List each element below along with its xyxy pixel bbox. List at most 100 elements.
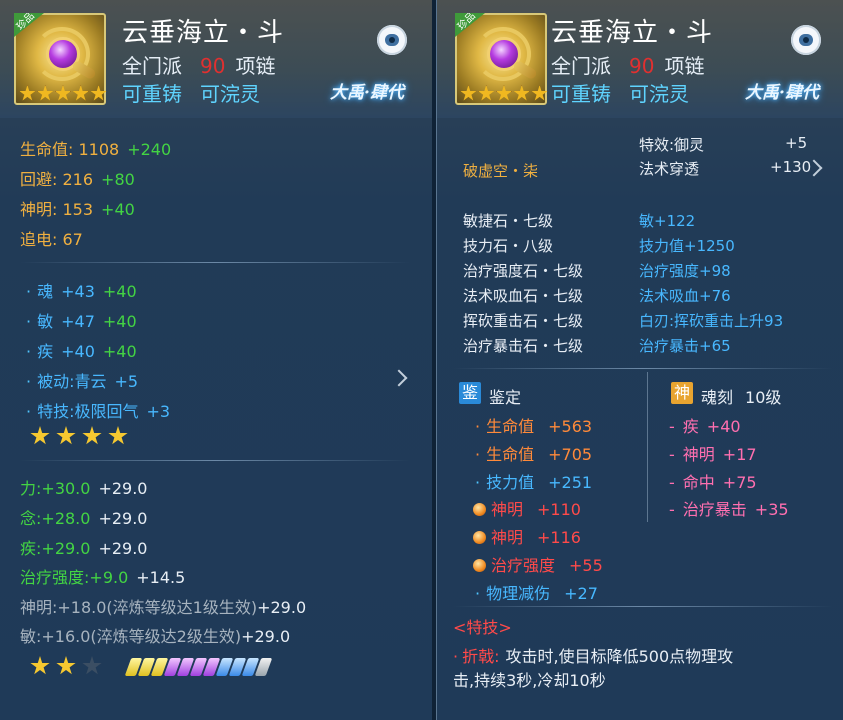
divider — [453, 606, 833, 607]
stone-effect: 法术吸血+76 — [639, 287, 731, 305]
rarity-badge: 珍品 — [14, 13, 44, 37]
brand-logo: 大禹·肆代 — [745, 83, 819, 103]
refine-row: 力:+30.0 +29.0 — [20, 479, 148, 498]
star-icon — [56, 426, 76, 445]
appraise-row: · 技力值 +251 — [475, 473, 593, 492]
item-tooltip-left: 珍品 云垂海立・斗 全门派 90 项链 可重铸 可浣灵 大禹·肆代 生命值: 1108… — [0, 0, 433, 720]
rune-name: 破虚空・柒 — [463, 162, 539, 180]
item-tags: 可重铸 可浣灵 — [551, 82, 689, 106]
quality-stars — [30, 656, 102, 676]
special-effect-value: +5 — [785, 134, 808, 152]
refine-row: 疾:+29.0 +29.0 — [20, 539, 148, 558]
eye-icon[interactable] — [377, 25, 407, 55]
stat-row: 回避: 216 +80 — [20, 170, 135, 189]
appraise-row: · 物理减伤 +27 — [475, 584, 598, 603]
stat-row: 神明: 153 +40 — [20, 200, 135, 219]
star-icon — [495, 85, 513, 101]
stone-name: 挥砍重击石・七级 — [463, 312, 584, 330]
skill-header: <特技> — [453, 618, 512, 637]
star-icon — [37, 85, 54, 101]
coin-icon — [473, 531, 486, 544]
star-icon — [54, 85, 72, 101]
skill-desc-line1: · 折戟: 攻击时,使目标降低500点物理攻 — [453, 647, 734, 666]
passive-row[interactable]: · 被动:青云 +5 — [26, 368, 138, 392]
stone-effect: 治疗强度+98 — [639, 262, 731, 280]
stone-effect: 敏+122 — [639, 212, 696, 230]
item-title: 云垂海立・斗 — [122, 18, 285, 48]
star-icon — [460, 85, 477, 101]
appraise-row: 神明 +116 — [473, 524, 581, 548]
item-subline: 全门派 90 项链 — [551, 54, 705, 78]
appraise-row: · 生命值 +563 — [475, 417, 593, 436]
soul-row: - 神明 +17 — [669, 445, 757, 464]
item-tags: 可重铸 可浣灵 — [122, 78, 260, 107]
attr-row: · 魂 +43 +40 — [26, 282, 137, 301]
stone-name: 治疗暴击石・七级 — [463, 337, 584, 355]
star-icon — [30, 426, 50, 445]
divider — [20, 460, 410, 461]
divider — [20, 262, 410, 263]
star-icon — [90, 85, 107, 101]
item-sect: 全门派 — [122, 54, 182, 78]
locked-row: 敏:+16.0(淬炼等级达2级生效)+29.0 — [20, 627, 291, 646]
star-icon — [30, 656, 50, 675]
coin-icon — [473, 559, 486, 572]
locked-row: 神明:+18.0(淬炼等级达1级生效)+29.0 — [20, 598, 307, 617]
star-icon — [82, 426, 102, 445]
eye-icon[interactable] — [791, 25, 821, 55]
special-effect-label: 特效:御灵 — [639, 136, 705, 154]
stone-name: 治疗强度石・七级 — [463, 262, 584, 280]
stone-effect: 白刃:挥砍重击上升93 — [639, 312, 784, 330]
soul-title: 魂刻 10级 — [701, 388, 782, 407]
item-slot: 项链 — [235, 54, 276, 78]
star-icon — [531, 85, 548, 101]
appraise-title: 鉴定 — [489, 388, 522, 407]
item-icon[interactable]: 珍品 — [455, 13, 548, 105]
skill-desc-line2: 击,持续3秒,冷却10秒 — [453, 671, 606, 690]
skill-row: · 特技:极限回气 +3 — [26, 402, 171, 421]
star-icon — [108, 426, 128, 445]
item-title: 云垂海立・斗 — [551, 18, 714, 48]
soul-tag: 神 — [671, 382, 693, 404]
stone-effect: 治疗暴击+65 — [639, 337, 731, 355]
soul-row: - 命中 +75 — [669, 473, 757, 492]
star-icon — [513, 85, 530, 101]
appraise-row: 治疗强度 +55 — [473, 552, 603, 576]
stone-name: 敏捷石・七级 — [463, 212, 554, 230]
stone-effect: 技力值+1250 — [639, 237, 735, 255]
stone-name: 技力石・八级 — [463, 237, 554, 255]
icon-stars — [460, 85, 548, 103]
star-icon — [19, 85, 36, 101]
stat-row: 追电: 67 — [20, 230, 83, 249]
tag-recast: 可重铸 — [122, 82, 182, 106]
soul-row: - 疾 +40 — [669, 417, 741, 436]
penetration-label: 法术穿透 — [639, 160, 700, 178]
item-level: 90 — [200, 54, 226, 78]
star-icon — [72, 85, 89, 101]
icon-stars — [19, 85, 107, 103]
column-divider — [647, 372, 648, 522]
divider — [453, 368, 833, 369]
appraise-row: · 生命值 +705 — [475, 445, 593, 464]
stone-name: 法术吸血石・七级 — [463, 287, 584, 305]
rarity-badge: 珍品 — [455, 13, 485, 37]
star-empty-icon — [82, 656, 102, 675]
chevron-right-icon[interactable] — [390, 369, 408, 387]
attr-row: · 疾 +40 +40 — [26, 342, 137, 361]
appraise-tag: 鉴 — [459, 382, 481, 404]
coin-icon — [473, 503, 486, 516]
attr-row: · 敏 +47 +40 — [26, 312, 137, 331]
appraise-row: 神明 +110 — [473, 496, 581, 520]
brand-logo: 大禹·肆代 — [330, 83, 404, 103]
star-rating — [30, 426, 128, 446]
refine-row: 治疗强度:+9.0 +14.5 — [20, 568, 186, 587]
stat-row: 生命值: 1108 +240 — [20, 140, 172, 159]
star-icon — [56, 656, 76, 675]
refine-bars — [124, 658, 273, 676]
item-icon[interactable]: 珍品 — [14, 13, 107, 105]
soul-row: - 治疗暴击 +35 — [669, 500, 789, 519]
item-subline: 全门派 90 项链 — [122, 50, 275, 79]
refine-row: 念:+28.0 +29.0 — [20, 509, 148, 528]
star-icon — [478, 85, 495, 101]
tag-purify: 可浣灵 — [200, 82, 260, 106]
